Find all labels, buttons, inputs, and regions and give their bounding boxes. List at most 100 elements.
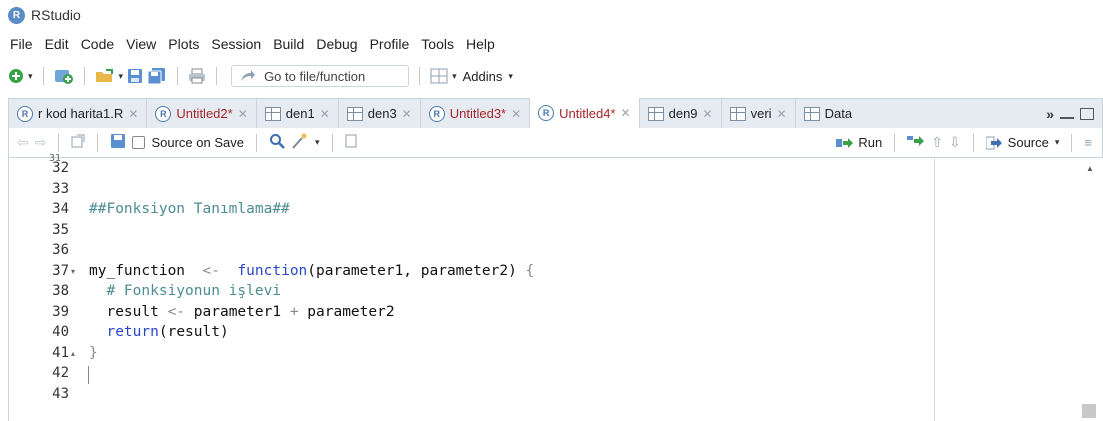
tab-den3[interactable]: den3 ✕ bbox=[339, 99, 421, 128]
menu-profile[interactable]: Profile bbox=[364, 36, 416, 52]
toolbar-divider bbox=[216, 67, 218, 85]
tab-r-kod-harita1[interactable]: R r kod harita1.R ✕ bbox=[9, 99, 148, 128]
more-tabs-icon[interactable]: » bbox=[1046, 106, 1054, 122]
goto-file-function-input[interactable]: Go to file/function bbox=[231, 65, 410, 87]
tab-label: den9 bbox=[668, 106, 698, 121]
search-icon[interactable] bbox=[269, 133, 285, 152]
close-icon[interactable]: ✕ bbox=[703, 107, 713, 121]
code-editor[interactable]: 31 32 33 34 35 36 37 ▾ 38 39 40 41 ▴ 42 43 ##Fonksiyo… bbox=[8, 153, 1103, 421]
menu-file[interactable]: File bbox=[4, 36, 39, 52]
close-icon[interactable]: ✕ bbox=[402, 107, 412, 121]
menu-debug[interactable]: Debug bbox=[310, 36, 363, 52]
forward-icon[interactable]: ⇨ bbox=[35, 134, 47, 151]
code-token: my_function bbox=[89, 262, 203, 279]
scrollbar-thumb[interactable] bbox=[1082, 404, 1096, 418]
back-icon[interactable]: ⇦ bbox=[17, 134, 29, 151]
document-outline-icon[interactable] bbox=[345, 134, 357, 151]
show-in-window-icon[interactable] bbox=[71, 134, 85, 151]
chevron-down-icon[interactable]: ▾ bbox=[315, 137, 320, 148]
close-icon[interactable]: ✕ bbox=[320, 107, 330, 121]
r-file-icon: R bbox=[155, 105, 172, 122]
code-line[interactable]: # Fonksiyonun işlevi bbox=[89, 283, 281, 299]
menu-code[interactable]: Code bbox=[75, 36, 120, 52]
source-on-save-label: Source on Save bbox=[151, 135, 244, 150]
go-up-icon[interactable]: ⇧ bbox=[931, 134, 943, 151]
fold-toggle-icon[interactable]: ▴ bbox=[71, 349, 75, 358]
menu-session[interactable]: Session bbox=[205, 36, 267, 52]
new-project-icon[interactable] bbox=[54, 66, 74, 86]
menu-build[interactable]: Build bbox=[267, 36, 310, 52]
tab-label: r kod harita1.R bbox=[38, 106, 124, 121]
line-number: 39 bbox=[52, 303, 69, 320]
print-icon[interactable] bbox=[188, 66, 206, 86]
rerun-icon[interactable] bbox=[907, 135, 925, 150]
menu-tools[interactable]: Tools bbox=[415, 36, 460, 52]
tab-untitled2[interactable]: R Untitled2* ✕ bbox=[147, 99, 257, 128]
workspace-panes-icon[interactable] bbox=[430, 66, 448, 86]
code-token: + bbox=[289, 303, 299, 320]
save-all-icon[interactable] bbox=[147, 66, 167, 86]
code-token: # Fonksiyonun işlevi bbox=[89, 283, 282, 299]
source-button[interactable]: Source bbox=[985, 135, 1049, 150]
menu-view[interactable]: View bbox=[120, 36, 162, 52]
toolbar-divider bbox=[972, 133, 974, 152]
chevron-down-icon[interactable]: ▾ bbox=[1055, 137, 1060, 148]
line-number: 33 bbox=[52, 180, 69, 197]
toolbar-divider bbox=[58, 133, 60, 152]
code-line[interactable]: my_function <- function(parameter1, para… bbox=[89, 263, 534, 279]
chevron-down-icon[interactable]: ▾ bbox=[119, 71, 124, 82]
main-toolbar: ▾ ▾ Go to file/function ▾ Addins ▾ bbox=[0, 60, 1103, 92]
code-line[interactable]: } bbox=[89, 345, 98, 361]
close-icon[interactable]: ✕ bbox=[621, 106, 631, 120]
open-file-icon[interactable] bbox=[95, 66, 115, 86]
title-bar: R RStudio bbox=[0, 0, 1103, 30]
r-file-icon: R bbox=[428, 105, 445, 122]
tab-den1[interactable]: den1 ✕ bbox=[257, 99, 339, 128]
close-icon[interactable]: ✕ bbox=[511, 107, 521, 121]
close-icon[interactable]: ✕ bbox=[128, 107, 138, 121]
tab-untitled3[interactable]: R Untitled3* ✕ bbox=[421, 99, 531, 128]
tab-veri[interactable]: veri ✕ bbox=[722, 99, 796, 128]
go-down-icon[interactable]: ⇩ bbox=[949, 134, 961, 151]
menu-edit[interactable]: Edit bbox=[39, 36, 75, 52]
scroll-up-arrow-icon[interactable]: ▲ bbox=[1086, 164, 1094, 173]
toolbar-divider bbox=[177, 67, 179, 85]
goto-placeholder: Go to file/function bbox=[264, 68, 366, 84]
tab-untitled4[interactable]: R Untitled4* ✕ bbox=[530, 98, 640, 128]
line-number: 41 bbox=[52, 344, 69, 361]
outline-menu-icon[interactable]: ≡ bbox=[1084, 135, 1092, 150]
new-file-icon[interactable] bbox=[8, 66, 24, 86]
save-icon[interactable] bbox=[127, 66, 143, 86]
run-button[interactable]: Run bbox=[836, 135, 882, 150]
source-on-save-checkbox[interactable] bbox=[132, 136, 146, 149]
code-line[interactable]: result <- parameter1 + parameter2 bbox=[89, 303, 395, 320]
r-file-icon: R bbox=[17, 105, 33, 122]
addins-button[interactable]: ▾ Addins ▾ bbox=[452, 69, 513, 84]
line-number: 32 bbox=[52, 160, 69, 176]
run-arrow-icon bbox=[836, 137, 854, 148]
chevron-down-icon: ▾ bbox=[452, 70, 457, 81]
code-token: parameter2 bbox=[298, 303, 395, 320]
code-line[interactable]: ##Fonksiyon Tanımlama## bbox=[89, 201, 290, 217]
minimize-pane-icon[interactable] bbox=[1060, 116, 1074, 119]
source-arrow-icon bbox=[985, 136, 1002, 149]
chevron-down-icon: ▾ bbox=[508, 70, 513, 81]
close-icon[interactable]: ✕ bbox=[238, 107, 248, 121]
toolbar-divider bbox=[419, 67, 421, 85]
menu-help[interactable]: Help bbox=[460, 36, 501, 52]
save-icon[interactable] bbox=[110, 133, 126, 152]
tab-label: den3 bbox=[367, 106, 397, 121]
data-grid-icon bbox=[647, 106, 664, 121]
tab-data[interactable]: Data bbox=[796, 99, 860, 128]
code-line[interactable]: return(result) bbox=[89, 324, 228, 340]
maximize-pane-icon[interactable] bbox=[1080, 107, 1094, 120]
source-tab-strip: R r kod harita1.R ✕ R Untitled2* ✕ den1 … bbox=[8, 98, 1103, 128]
menu-plots[interactable]: Plots bbox=[162, 36, 205, 52]
tab-den9[interactable]: den9 ✕ bbox=[640, 99, 722, 128]
chevron-down-icon[interactable]: ▾ bbox=[28, 71, 33, 82]
toolbar-divider bbox=[894, 133, 896, 152]
close-icon[interactable]: ✕ bbox=[777, 107, 787, 121]
code-tools-wand-icon[interactable] bbox=[291, 133, 309, 152]
fold-toggle-icon[interactable]: ▾ bbox=[71, 267, 75, 276]
